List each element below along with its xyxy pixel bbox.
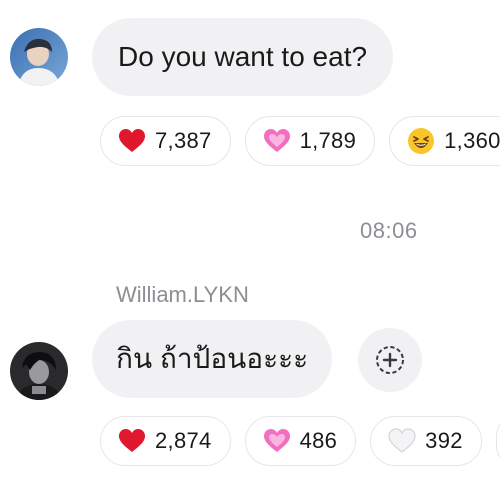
reaction-count: 486 bbox=[299, 428, 338, 453]
chat-screen: Do you want to eat? 7,387 1,789 1,360 08… bbox=[0, 0, 500, 500]
pink-heart-icon bbox=[262, 126, 292, 156]
reaction-chip-red-heart[interactable]: 7,387 bbox=[100, 116, 231, 166]
avatar-user-1[interactable] bbox=[10, 28, 68, 86]
reaction-chip-red-heart[interactable]: 2,874 bbox=[100, 416, 231, 466]
message-text-1: Do you want to eat? bbox=[118, 41, 368, 72]
reaction-chip-laughing-face[interactable]: 1,360 bbox=[389, 116, 500, 166]
red-heart-icon bbox=[117, 126, 147, 156]
reaction-chip-pink-heart[interactable]: 486 bbox=[244, 416, 357, 466]
message-bubble-2[interactable]: กิน ถ้าป้อนอะะะ bbox=[92, 320, 333, 398]
add-reaction-button[interactable] bbox=[358, 328, 422, 392]
add-reaction-icon bbox=[376, 346, 404, 374]
reaction-chip-white-heart[interactable]: 392 bbox=[370, 416, 482, 466]
reactions-row-1: 7,387 1,789 1,360 bbox=[100, 116, 500, 166]
sender-name[interactable]: William.LYKN bbox=[116, 282, 249, 308]
laughing-face-icon bbox=[406, 126, 436, 156]
reaction-chip-pink-heart[interactable]: 1,789 bbox=[244, 116, 376, 166]
reaction-count: 1,789 bbox=[299, 128, 357, 153]
avatar-william-lykn[interactable] bbox=[10, 342, 68, 400]
reaction-count: 392 bbox=[425, 428, 463, 453]
reaction-chip-overflow[interactable] bbox=[495, 416, 500, 466]
reaction-count: 2,874 bbox=[155, 428, 212, 453]
message-text-2: กิน ถ้าป้อนอะะะ bbox=[116, 343, 309, 374]
white-heart-icon bbox=[387, 426, 417, 456]
red-heart-icon bbox=[117, 426, 147, 456]
message-bubble-1[interactable]: Do you want to eat? bbox=[92, 18, 394, 96]
reaction-count: 1,360 bbox=[444, 128, 500, 153]
pink-heart-icon bbox=[262, 426, 292, 456]
reaction-count: 7,387 bbox=[155, 128, 212, 153]
timestamp: 08:06 bbox=[360, 218, 418, 243]
reactions-row-2: 2,874 486 392 bbox=[100, 416, 500, 466]
